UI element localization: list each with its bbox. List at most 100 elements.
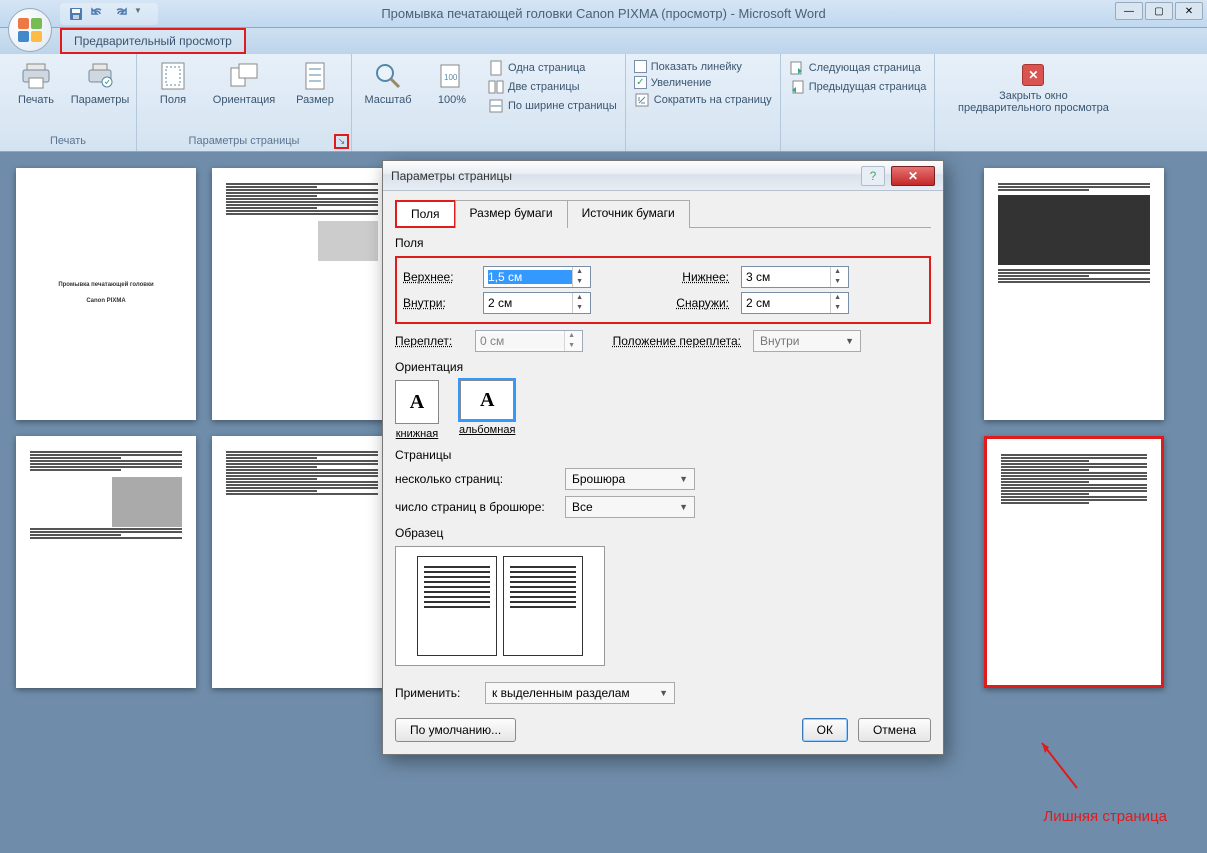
magnifier-checkbox[interactable]: ✓ Увеличение: [634, 76, 772, 89]
orientation-landscape[interactable]: A альбомная: [459, 380, 515, 440]
ribbon-tabs: Предварительный просмотр: [0, 28, 1207, 54]
default-button[interactable]: По умолчанию...: [395, 718, 516, 742]
multi-pages-dropdown[interactable]: Брошюра▼: [565, 468, 695, 490]
zoom-100-button[interactable]: 100 100%: [424, 58, 480, 106]
portrait-label: книжная: [396, 428, 439, 440]
minimize-button[interactable]: —: [1115, 2, 1143, 20]
two-pages-icon: [488, 79, 504, 95]
page-width-button[interactable]: По ширине страницы: [488, 98, 617, 114]
apply-to-dropdown[interactable]: к выделенным разделам▼: [485, 682, 675, 704]
maximize-button[interactable]: ▢: [1145, 2, 1173, 20]
inside-margin-input[interactable]: ▲▼: [483, 292, 591, 314]
two-pages-button[interactable]: Две страницы: [488, 79, 617, 95]
annotation-extra-page: Лишняя страница: [1043, 808, 1167, 825]
dialog-tabs: Поля Размер бумаги Источник бумаги: [395, 199, 931, 228]
dialog-close-button[interactable]: ✕: [891, 166, 935, 186]
cancel-button[interactable]: Отмена: [858, 718, 931, 742]
portrait-icon: A: [395, 380, 439, 424]
one-page-button[interactable]: Одна страница: [488, 60, 617, 76]
close-label-1: Закрыть окно: [999, 90, 1068, 102]
bottom-margin-input[interactable]: ▲▼: [741, 266, 849, 288]
top-margin-input[interactable]: ▲▼: [483, 266, 591, 288]
outside-margin-input[interactable]: ▲▼: [741, 292, 849, 314]
undo-icon[interactable]: [90, 6, 106, 22]
print-options-button[interactable]: Параметры: [72, 58, 128, 106]
gutter-input[interactable]: ▲▼: [475, 330, 583, 352]
qat-dropdown-icon[interactable]: ▼: [134, 6, 150, 22]
window-controls: — ▢ ✕: [1115, 2, 1203, 20]
prev-page-icon: [789, 79, 805, 95]
size-button[interactable]: Размер: [287, 58, 343, 106]
sample-section-label: Образец: [395, 526, 931, 540]
next-page-button[interactable]: Следующая страница: [789, 60, 927, 76]
shrink-icon: [634, 92, 650, 108]
office-logo-icon: [18, 18, 42, 42]
print-label: Печать: [18, 94, 54, 106]
annotation-arrow-icon: [1027, 733, 1087, 793]
print-options-label: Параметры: [71, 94, 130, 106]
page-setup-dialog-launcher[interactable]: ↘: [334, 134, 349, 149]
margins-section-label: Поля: [395, 236, 931, 250]
save-icon[interactable]: [68, 6, 84, 22]
multi-pages-label: несколько страниц:: [395, 472, 565, 486]
ribbon-group-print-label: Печать: [8, 133, 128, 149]
prev-page-button[interactable]: Предыдущая страница: [789, 79, 927, 95]
office-button[interactable]: [8, 8, 52, 52]
dialog-titlebar[interactable]: Параметры страницы ? ✕: [383, 161, 943, 191]
ribbon-group-show: Показать линейку ✓ Увеличение Сократить …: [626, 54, 781, 151]
page-thumbnail-5[interactable]: [212, 436, 392, 688]
margins-icon: [157, 60, 189, 92]
multi-pages-value: Брошюра: [572, 472, 625, 486]
dialog-tab-paper[interactable]: Размер бумаги: [455, 200, 568, 228]
close-preview-button[interactable]: ✕ Закрыть окно предварительного просмотр…: [943, 58, 1123, 114]
page-thumbnail-2[interactable]: [212, 168, 392, 420]
dialog-title: Параметры страницы: [391, 169, 512, 183]
outside-margin-label: Снаружи:: [591, 296, 741, 310]
close-button[interactable]: ✕: [1175, 2, 1203, 20]
redo-icon[interactable]: [112, 6, 128, 22]
show-ruler-label: Показать линейку: [651, 61, 742, 73]
pages-section-label: Страницы: [395, 448, 931, 462]
orientation-portrait[interactable]: A книжная: [395, 380, 439, 440]
page-thumbnail-3[interactable]: [984, 168, 1164, 420]
zoom-button[interactable]: Масштаб: [360, 58, 416, 106]
margins-button[interactable]: Поля: [145, 58, 201, 106]
show-ruler-checkbox[interactable]: Показать линейку: [634, 60, 772, 73]
print-button[interactable]: Печать: [8, 58, 64, 106]
page-thumbnail-extra[interactable]: [984, 436, 1164, 688]
ok-button[interactable]: ОК: [802, 718, 848, 742]
ribbon: Печать Параметры Печать Поля: [0, 54, 1207, 152]
sheets-label: число страниц в брошюре:: [395, 500, 565, 514]
orientation-button[interactable]: Ориентация: [209, 58, 279, 106]
zoom-100-icon: 100: [436, 60, 468, 92]
svg-text:100: 100: [444, 73, 458, 82]
ribbon-group-zoom-label: [360, 133, 617, 149]
dialog-help-button[interactable]: ?: [861, 166, 885, 186]
two-pages-label: Две страницы: [508, 81, 580, 93]
tab-print-preview[interactable]: Предварительный просмотр: [60, 28, 246, 54]
dialog-tab-source[interactable]: Источник бумаги: [567, 200, 690, 228]
page-thumbnail-4[interactable]: [16, 436, 196, 688]
top-margin-label: Верхнее:: [403, 270, 483, 284]
page-thumbnail-1[interactable]: Промывка печатающей головки Canon PIXMA: [16, 168, 196, 420]
sheets-dropdown[interactable]: Все▼: [565, 496, 695, 518]
close-label-2: предварительного просмотра: [958, 102, 1109, 114]
shrink-one-page-button[interactable]: Сократить на страницу: [634, 92, 772, 108]
page-setup-dialog: Параметры страницы ? ✕ Поля Размер бумаг…: [382, 160, 944, 755]
orientation-label: Ориентация: [213, 94, 275, 106]
ribbon-group-nav: Следующая страница Предыдущая страница: [781, 54, 936, 151]
next-page-icon: [789, 60, 805, 76]
ribbon-group-page-setup: Поля Ориентация Размер Параметры страниц…: [137, 54, 352, 151]
thumb-title-1: Промывка печатающей головки: [58, 282, 153, 290]
close-icon: ✕: [1022, 64, 1044, 86]
checkbox-checked-icon: ✓: [634, 76, 647, 89]
window-title: Промывка печатающей головки Canon PIXMA …: [0, 6, 1207, 21]
dialog-tab-margins[interactable]: Поля: [395, 200, 456, 228]
zoom-label: Масштаб: [364, 94, 411, 106]
gutter-pos-dropdown: Внутри▼: [753, 330, 861, 352]
window-titlebar: ▼ Промывка печатающей головки Canon PIXM…: [0, 0, 1207, 28]
prev-page-label: Предыдущая страница: [809, 81, 927, 93]
thumb-title-2: Canon PIXMA: [86, 298, 125, 306]
gutter-pos-value: Внутри: [760, 334, 800, 348]
ribbon-group-close: ✕ Закрыть окно предварительного просмотр…: [935, 54, 1131, 151]
